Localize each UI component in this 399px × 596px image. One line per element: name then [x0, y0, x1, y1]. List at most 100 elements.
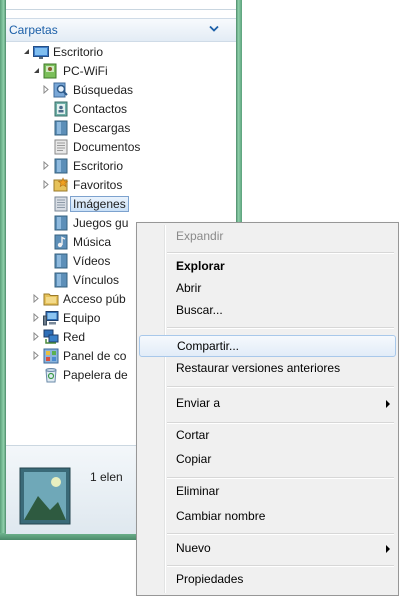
computer-icon	[43, 310, 59, 325]
menu-item-explore[interactable]: Explorar	[139, 256, 396, 278]
item-count-text: 1 elen	[90, 470, 123, 484]
tree-item-label: Panel de co	[63, 348, 127, 363]
expanded-arrow-icon[interactable]	[31, 61, 41, 80]
contacts-folder-icon	[54, 101, 68, 116]
no-expander	[41, 251, 51, 270]
menu-item-restore-previous-versions[interactable]: Restaurar versiones anteriores	[139, 358, 396, 380]
menu-item-open[interactable]: Abrir	[139, 278, 396, 300]
menu-item-label: Explorar	[176, 259, 225, 273]
collapsed-arrow-icon[interactable]	[41, 175, 51, 194]
no-expander	[41, 232, 51, 251]
tree-item-desktop-root[interactable]: Escritorio	[21, 42, 103, 61]
collapsed-arrow-icon[interactable]	[31, 327, 41, 346]
tree-item-label: Acceso púb	[63, 291, 126, 306]
videos-folder-icon	[54, 253, 68, 268]
tree-item-label: Documentos	[73, 139, 141, 154]
links-folder-icon	[54, 272, 68, 287]
menu-item-label: Cambiar nombre	[176, 509, 266, 523]
tree-item-documents[interactable]: Documentos	[41, 137, 140, 156]
tree-item-links[interactable]: Vínculos	[41, 270, 119, 289]
menu-item-label: Propiedades	[176, 572, 244, 586]
tree-item-music[interactable]: Música	[41, 232, 111, 251]
pictures-folder-icon	[54, 196, 68, 211]
tree-item-label: Vínculos	[73, 272, 120, 287]
tree-item-contacts[interactable]: Contactos	[41, 99, 127, 118]
submenu-arrow-icon	[386, 400, 390, 408]
tree-item-label: Equipo	[63, 310, 101, 325]
menu-item-label: Restaurar versiones anteriores	[176, 361, 341, 375]
tree-item-label: Descargas	[73, 120, 131, 135]
menu-item-rename[interactable]: Cambiar nombre	[139, 506, 396, 528]
menu-item-label: Buscar...	[176, 303, 223, 317]
context-menu: Expandir Explorar Abrir Buscar... Compar…	[136, 222, 399, 596]
menu-item-new[interactable]: Nuevo	[139, 538, 396, 560]
menu-item-search[interactable]: Buscar...	[139, 300, 396, 322]
menu-item-delete[interactable]: Eliminar	[139, 481, 396, 503]
menu-separator	[167, 327, 394, 329]
menu-item-send-to[interactable]: Enviar a	[139, 393, 396, 415]
music-folder-icon	[54, 234, 68, 249]
menu-item-share[interactable]: Compartir...	[139, 335, 396, 357]
collapsed-arrow-icon[interactable]	[41, 156, 51, 175]
tree-item-desktop-folder[interactable]: Escritorio	[41, 156, 123, 175]
tree-item-label: Escritorio	[73, 158, 124, 173]
menu-separator	[167, 477, 394, 479]
navigation-pane-top	[6, 0, 236, 10]
menu-item-expand[interactable]: Expandir	[139, 226, 396, 248]
tree-item-pictures[interactable]: Imágenes	[41, 194, 129, 213]
tree-item-control-panel[interactable]: Panel de co	[31, 346, 126, 365]
desktop-icon	[33, 45, 49, 59]
menu-separator	[167, 565, 394, 567]
tree-item-label: Imágenes	[70, 195, 129, 212]
menu-item-cut[interactable]: Cortar	[139, 425, 396, 447]
no-expander	[41, 99, 51, 118]
tree-item-downloads[interactable]: Descargas	[41, 118, 130, 137]
no-expander	[41, 118, 51, 137]
tree-item-label: Escritorio	[53, 44, 104, 59]
tree-item-saved-games[interactable]: Juegos gu	[41, 213, 128, 232]
tree-item-computer[interactable]: Equipo	[31, 308, 100, 327]
tree-item-recycle-bin[interactable]: Papelera de	[31, 365, 128, 384]
menu-item-properties[interactable]: Propiedades	[139, 569, 396, 591]
saved-games-folder-icon	[54, 215, 68, 230]
favorites-folder-icon	[53, 176, 69, 191]
menu-item-label: Abrir	[176, 281, 202, 295]
documents-folder-icon	[54, 139, 68, 154]
search-folder-icon	[53, 82, 68, 97]
tree-item-label: Música	[73, 234, 112, 249]
collapsed-arrow-icon[interactable]	[41, 80, 51, 99]
folders-header[interactable]: Carpetas	[6, 18, 236, 42]
menu-separator	[167, 252, 394, 254]
no-expander	[41, 137, 51, 156]
expanded-arrow-icon[interactable]	[21, 42, 31, 61]
collapsed-arrow-icon[interactable]	[31, 308, 41, 327]
no-expander	[31, 365, 41, 384]
submenu-arrow-icon	[386, 545, 390, 553]
menu-item-label: Copiar	[176, 452, 212, 466]
chevron-down-icon[interactable]	[206, 22, 222, 36]
tree-item-label: Papelera de	[63, 367, 128, 382]
tree-item-searches[interactable]: Búsquedas	[41, 80, 133, 99]
no-expander	[41, 213, 51, 232]
menu-item-label: Cortar	[176, 428, 210, 442]
tree-item-videos[interactable]: Vídeos	[41, 251, 110, 270]
menu-separator	[167, 422, 394, 424]
tree-item-network[interactable]: Red	[31, 327, 85, 346]
user-folder-icon	[43, 63, 57, 78]
tree-item-pc-wifi[interactable]: PC-WiFi	[31, 61, 108, 80]
tree-item-favorites[interactable]: Favoritos	[41, 175, 122, 194]
collapsed-arrow-icon[interactable]	[31, 289, 41, 308]
tree-item-label: Búsquedas	[73, 82, 134, 97]
menu-item-copy[interactable]: Copiar	[139, 449, 396, 471]
menu-item-label: Enviar a	[176, 396, 221, 410]
tree-item-label: Red	[63, 329, 86, 344]
desktop-folder-icon	[54, 158, 68, 173]
control-panel-icon	[43, 348, 59, 363]
tree-item-public[interactable]: Acceso púb	[31, 289, 126, 308]
tree-item-label: Favoritos	[73, 177, 123, 192]
collapsed-arrow-icon[interactable]	[31, 346, 41, 365]
tree-item-label: Juegos gu	[73, 215, 129, 230]
public-folder-icon	[43, 293, 59, 305]
menu-item-label: Expandir	[176, 229, 224, 243]
menu-item-label: Compartir...	[177, 339, 240, 353]
